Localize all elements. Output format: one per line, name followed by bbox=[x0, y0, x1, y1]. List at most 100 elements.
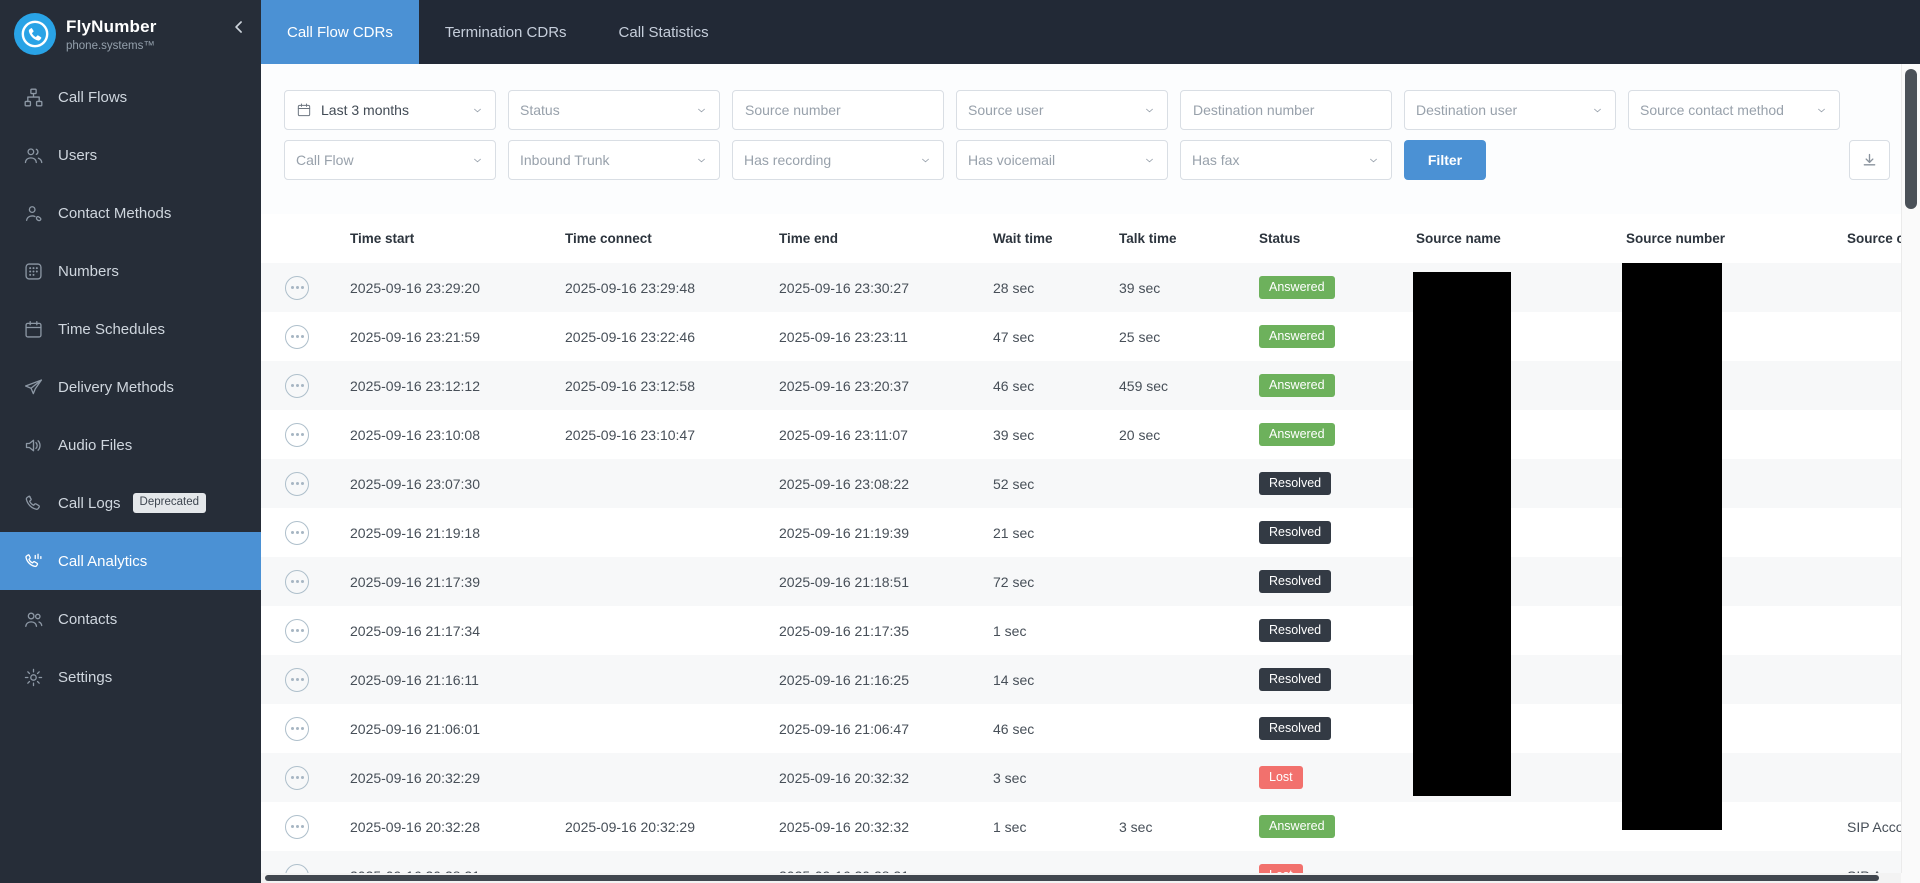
column-header-source-name: Source name bbox=[1416, 231, 1626, 246]
wait-time-cell: 3 sec bbox=[993, 770, 1119, 786]
row-actions-button[interactable] bbox=[285, 766, 309, 790]
filter-button[interactable]: Filter bbox=[1404, 140, 1486, 180]
column-header-wait-time: Wait time bbox=[993, 231, 1119, 246]
row-actions-button[interactable] bbox=[285, 521, 309, 545]
numbers-icon bbox=[22, 260, 44, 282]
source-user-select[interactable]: Source user bbox=[956, 90, 1168, 130]
time-end-cell: 2025-09-16 20:32:32 bbox=[779, 819, 993, 835]
tab-call-statistics[interactable]: Call Statistics bbox=[593, 0, 735, 64]
inbound-trunk-select[interactable]: Inbound Trunk bbox=[508, 140, 720, 180]
has-voicemail-select[interactable]: Has voicemail bbox=[956, 140, 1168, 180]
time-end-cell: 2025-09-16 20:32:32 bbox=[779, 770, 993, 786]
status-badge: Resolved bbox=[1259, 570, 1331, 593]
time-start-cell: 2025-09-16 23:29:20 bbox=[350, 280, 565, 296]
time-end-cell: 2025-09-16 21:19:39 bbox=[779, 525, 993, 541]
download-icon bbox=[1860, 151, 1879, 170]
source-number-input[interactable] bbox=[732, 90, 944, 130]
sidebar-item-call-flows[interactable]: Call Flows bbox=[0, 68, 261, 126]
sidebar: FlyNumber phone.systems™ Call Flows Users… bbox=[0, 0, 261, 883]
horizontal-scrollbar[interactable] bbox=[261, 873, 1901, 883]
row-actions-cell bbox=[261, 325, 350, 349]
brand-text: FlyNumber phone.systems™ bbox=[66, 17, 157, 52]
sidebar-item-users[interactable]: Users bbox=[0, 126, 261, 184]
chevron-down-icon bbox=[471, 154, 484, 167]
vertical-scrollbar-thumb[interactable] bbox=[1905, 69, 1917, 209]
sidebar-item-audio-files[interactable]: Audio Files bbox=[0, 416, 261, 474]
status-badge: Answered bbox=[1259, 815, 1335, 838]
time-end-cell: 2025-09-16 23:30:27 bbox=[779, 280, 993, 296]
sidebar-item-label: Numbers bbox=[58, 263, 119, 280]
export-button[interactable] bbox=[1849, 140, 1890, 180]
row-actions-button[interactable] bbox=[285, 815, 309, 839]
row-actions-button[interactable] bbox=[285, 864, 309, 874]
time-start-cell: 2025-09-16 21:17:34 bbox=[350, 623, 565, 639]
status-badge: Lost bbox=[1259, 766, 1303, 789]
source-contact-cell: SIP Accou bbox=[1847, 819, 1901, 835]
status-cell: Answered bbox=[1259, 276, 1416, 299]
column-header-talk-time: Talk time bbox=[1119, 231, 1259, 246]
vertical-scrollbar[interactable] bbox=[1901, 64, 1920, 873]
sidebar-item-call-analytics[interactable]: Call Analytics bbox=[0, 532, 261, 590]
time-end-cell: 2025-09-16 23:11:07 bbox=[779, 427, 993, 443]
control-label: Source user bbox=[968, 102, 1137, 118]
status-cell: Resolved bbox=[1259, 521, 1416, 544]
call-flow-select[interactable]: Call Flow bbox=[284, 140, 496, 180]
status-cell: Lost bbox=[1259, 864, 1416, 873]
sidebar-item-contact-methods[interactable]: Contact Methods bbox=[0, 184, 261, 242]
destination-number-input[interactable] bbox=[1180, 90, 1392, 130]
status-badge: Answered bbox=[1259, 276, 1335, 299]
column-header-source-co: Source co bbox=[1847, 231, 1901, 246]
row-actions-button[interactable] bbox=[285, 570, 309, 594]
column-header-time-connect: Time connect bbox=[565, 231, 779, 246]
wait-time-cell: 1 sec bbox=[993, 819, 1119, 835]
row-actions-button[interactable] bbox=[285, 276, 309, 300]
time-connect-cell: 2025-09-16 23:12:58 bbox=[565, 378, 779, 394]
talk-time-cell: 20 sec bbox=[1119, 427, 1259, 443]
sidebar-item-label: Contacts bbox=[58, 611, 117, 628]
status-badge: Answered bbox=[1259, 325, 1335, 348]
row-actions-button[interactable] bbox=[285, 619, 309, 643]
column-header-time-end: Time end bbox=[779, 231, 993, 246]
sidebar-item-label: Time Schedules bbox=[58, 321, 165, 338]
row-actions-button[interactable] bbox=[285, 374, 309, 398]
topbar-tabs: Call Flow CDRsTermination CDRsCall Stati… bbox=[261, 0, 1920, 64]
wait-time-cell: 46 sec bbox=[993, 378, 1119, 394]
status-select[interactable]: Status bbox=[508, 90, 720, 130]
settings-icon bbox=[22, 666, 44, 688]
row-actions-cell bbox=[261, 815, 350, 839]
time-start-cell: 2025-09-16 23:21:59 bbox=[350, 329, 565, 345]
tab-termination-cdrs[interactable]: Termination CDRs bbox=[419, 0, 593, 64]
source-contact-method-select[interactable]: Source contact method bbox=[1628, 90, 1840, 130]
sidebar-item-settings[interactable]: Settings bbox=[0, 648, 261, 706]
table-header: Time startTime connectTime endWait timeT… bbox=[261, 214, 1901, 263]
sidebar-item-numbers[interactable]: Numbers bbox=[0, 242, 261, 300]
row-actions-button[interactable] bbox=[285, 717, 309, 741]
sidebar-collapse-button[interactable] bbox=[229, 17, 249, 42]
destination-user-select[interactable]: Destination user bbox=[1404, 90, 1616, 130]
horizontal-scrollbar-thumb[interactable] bbox=[265, 875, 1879, 881]
sidebar-item-contacts[interactable]: Contacts bbox=[0, 590, 261, 648]
status-cell: Answered bbox=[1259, 374, 1416, 397]
status-badge: Answered bbox=[1259, 374, 1335, 397]
tab-call-flow-cdrs[interactable]: Call Flow CDRs bbox=[261, 0, 419, 64]
row-actions-button[interactable] bbox=[285, 325, 309, 349]
sidebar-item-label: Settings bbox=[58, 669, 112, 686]
has-fax-select[interactable]: Has fax bbox=[1180, 140, 1392, 180]
row-actions-cell bbox=[261, 472, 350, 496]
sidebar-item-call-logs[interactable]: Call LogsDeprecated bbox=[0, 474, 261, 532]
last-3-months-date-picker[interactable]: Last 3 months bbox=[284, 90, 496, 130]
row-actions-cell bbox=[261, 374, 350, 398]
has-recording-select[interactable]: Has recording bbox=[732, 140, 944, 180]
row-actions-button[interactable] bbox=[285, 472, 309, 496]
control-label: Inbound Trunk bbox=[520, 152, 689, 168]
wait-time-cell: 52 sec bbox=[993, 476, 1119, 492]
sidebar-item-delivery-methods[interactable]: Delivery Methods bbox=[0, 358, 261, 416]
sidebar-item-time-schedules[interactable]: Time Schedules bbox=[0, 300, 261, 358]
row-actions-button[interactable] bbox=[285, 423, 309, 447]
row-actions-cell bbox=[261, 717, 350, 741]
time-start-cell: 2025-09-16 23:12:12 bbox=[350, 378, 565, 394]
sidebar-item-label: Call Flows bbox=[58, 89, 127, 106]
audio-files-icon bbox=[22, 434, 44, 456]
row-actions-button[interactable] bbox=[285, 668, 309, 692]
time-connect-cell: 2025-09-16 23:22:46 bbox=[565, 329, 779, 345]
